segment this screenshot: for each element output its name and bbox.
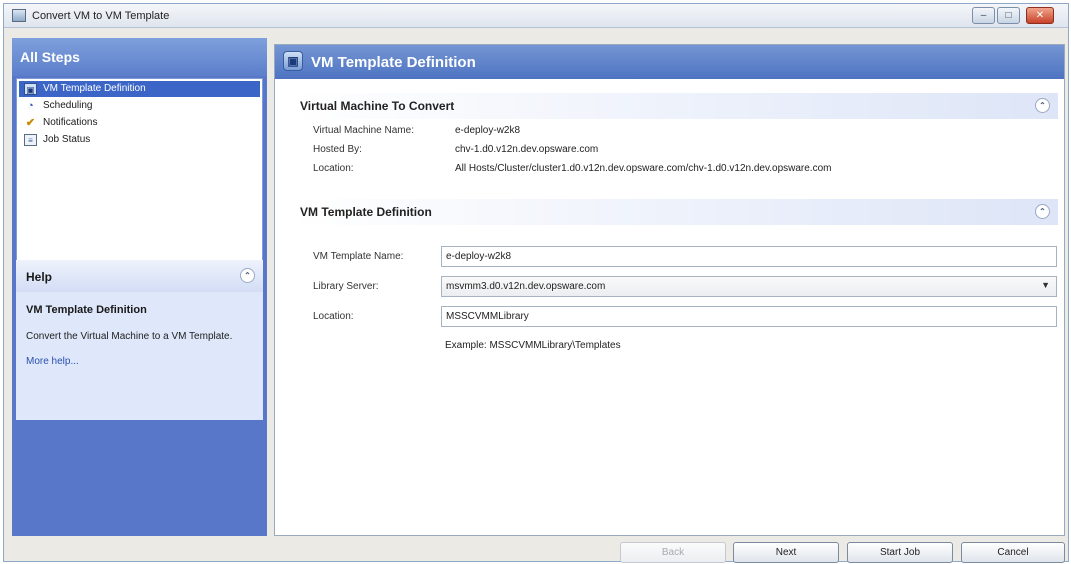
page-title: VM Template Definition	[311, 54, 476, 71]
vm-name-label: Virtual Machine Name:	[313, 125, 414, 136]
collapse-help-icon[interactable]: ⌃	[240, 268, 255, 283]
library-server-value: msvmm3.d0.v12n.dev.opsware.com	[446, 281, 606, 292]
title-bar: Convert VM to VM Template – □ ✕	[4, 4, 1068, 28]
hosted-by-label: Hosted By:	[313, 144, 362, 155]
content-header: ▣ VM Template Definition	[275, 45, 1064, 79]
document-icon: ≡	[24, 134, 37, 146]
content-panel: ▣ VM Template Definition Virtual Machine…	[274, 44, 1065, 536]
help-panel: Help ⌃ VM Template Definition Convert th…	[16, 260, 263, 420]
step-label: Job Status	[43, 134, 91, 145]
minimize-button[interactable]: –	[972, 7, 995, 24]
hosted-by-value: chv-1.d0.v12n.dev.opsware.com	[455, 144, 599, 155]
steps-list: ▣ VM Template Definition ◔ Scheduling ✔ …	[16, 78, 263, 278]
cancel-button[interactable]: Cancel	[961, 542, 1065, 563]
location-value: All Hosts/Cluster/cluster1.d0.v12n.dev.o…	[455, 163, 832, 174]
template-icon: ▣	[24, 83, 37, 95]
more-help-link[interactable]: More help...	[16, 343, 263, 367]
template-name-input[interactable]: e-deploy-w2k8	[441, 246, 1057, 267]
maximize-button[interactable]: □	[997, 7, 1020, 24]
all-steps-title: All Steps	[12, 38, 267, 76]
collapse-section-icon[interactable]: ⌃	[1035, 98, 1050, 113]
location-label: Location:	[313, 163, 354, 174]
help-description: Convert the Virtual Machine to a VM Temp…	[26, 331, 233, 342]
template-location-label: Location:	[313, 311, 354, 322]
template-name-label: VM Template Name:	[313, 251, 404, 262]
template-icon: ▣	[283, 51, 303, 71]
template-definition-section-header: VM Template Definition ⌃	[290, 199, 1058, 225]
checkmark-icon: ✔	[25, 117, 36, 129]
vm-to-convert-section-header: Virtual Machine To Convert ⌃	[290, 93, 1058, 119]
window-title: Convert VM to VM Template	[32, 10, 170, 22]
step-label: Scheduling	[43, 100, 93, 111]
help-header: Help ⌃	[16, 260, 263, 292]
chevron-down-icon: ▼	[1041, 280, 1050, 290]
step-notifications[interactable]: ✔ Notifications	[19, 115, 260, 131]
step-vm-template-definition[interactable]: ▣ VM Template Definition	[19, 81, 260, 97]
back-button[interactable]: Back	[620, 542, 726, 563]
clock-icon: ◔	[27, 100, 34, 112]
close-button[interactable]: ✕	[1026, 7, 1054, 24]
collapse-section-icon[interactable]: ⌃	[1035, 204, 1050, 219]
app-icon	[12, 9, 26, 22]
steps-panel: All Steps ▣ VM Template Definition ◔ Sch…	[12, 38, 267, 536]
location-example-hint: Example: MSSCVMMLibrary\Templates	[445, 340, 621, 351]
wizard-window: Convert VM to VM Template – □ ✕ All Step…	[3, 3, 1069, 563]
step-scheduling[interactable]: ◔ Scheduling	[19, 98, 260, 114]
help-title: Help	[26, 270, 53, 284]
section-title: VM Template Definition	[300, 205, 432, 219]
library-server-dropdown[interactable]: msvmm3.d0.v12n.dev.opsware.com ▼	[441, 276, 1057, 297]
step-job-status[interactable]: ≡ Job Status	[19, 132, 260, 148]
vm-name-value: e-deploy-w2k8	[455, 125, 521, 136]
step-label: Notifications	[43, 117, 98, 128]
step-label: VM Template Definition	[43, 83, 146, 94]
template-location-input[interactable]: MSSCVMMLibrary	[441, 306, 1057, 327]
next-button[interactable]: Next	[733, 542, 839, 563]
library-server-label: Library Server:	[313, 281, 379, 292]
help-heading: VM Template Definition	[26, 304, 147, 316]
section-title: Virtual Machine To Convert	[300, 99, 455, 113]
start-job-button[interactable]: Start Job	[847, 542, 953, 563]
